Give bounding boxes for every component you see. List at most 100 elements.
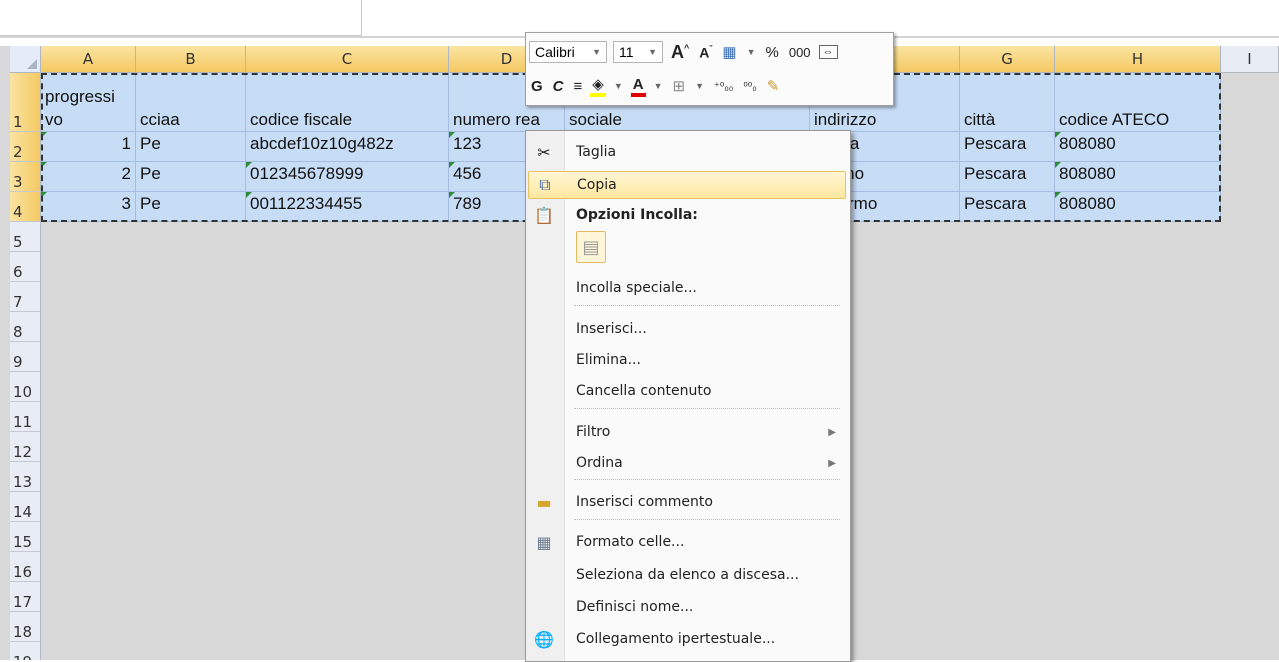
row-header-13[interactable]: 13 [10, 462, 41, 492]
menu-item-cancella-contenuto[interactable]: Cancella contenuto [528, 377, 846, 405]
comment-icon: ▬ [536, 492, 552, 512]
cell-c1[interactable]: codice fiscale [246, 73, 449, 132]
menu-label-inserisci: Inserisci... [576, 321, 647, 337]
row-header-8[interactable]: 8 [10, 312, 41, 342]
cell-a4[interactable]: 3 [41, 192, 136, 222]
menu-item-definisci-nome[interactable]: Definisci nome... [528, 593, 846, 621]
row-header-6[interactable]: 6 [10, 252, 41, 282]
row-header-3[interactable]: 3 [10, 162, 41, 192]
currency-format-icon[interactable]: ▦ [720, 43, 738, 61]
increase-decimal-icon[interactable]: ⁺⁰₀₀ [712, 80, 735, 93]
cell-g4[interactable]: Pescara [960, 192, 1055, 222]
cell-h1[interactable]: codice ATECO [1055, 73, 1221, 132]
chevron-down-icon: ▼ [648, 47, 657, 57]
cell-a3[interactable]: 2 [41, 162, 136, 192]
grow-font-button[interactable]: A^ [669, 42, 691, 63]
font-color-icon[interactable]: A [630, 76, 646, 97]
cell-b2[interactable]: Pe [136, 132, 246, 162]
menu-item-formato-celle[interactable]: ▦ Formato celle... [528, 528, 846, 556]
paste-button[interactable]: ▤ [576, 231, 606, 263]
col-header-h[interactable]: H [1055, 46, 1221, 73]
cell-c4[interactable]: 001122334455 [246, 192, 449, 222]
col-header-a[interactable]: A [41, 46, 136, 73]
merge-center-icon[interactable]: ⇔ [818, 45, 838, 59]
cell-c2[interactable]: abcdef10z10g482z [246, 132, 449, 162]
cell-h4[interactable]: 808080 [1055, 192, 1221, 222]
row-header-10[interactable]: 10 [10, 372, 41, 402]
row-header-15[interactable]: 15 [10, 522, 41, 552]
menu-item-copia[interactable]: ⧉ Copia [528, 171, 846, 199]
menu-item-taglia[interactable]: ✂ Taglia [528, 138, 846, 166]
bold-button[interactable]: G [529, 78, 545, 95]
cell-b4[interactable]: Pe [136, 192, 246, 222]
font-size-box[interactable]: 11 ▼ [613, 41, 663, 63]
caret-up-icon: ^ [684, 42, 690, 53]
name-box[interactable] [0, 0, 362, 36]
menu-item-elimina[interactable]: Elimina... [528, 346, 846, 374]
format-painter-icon[interactable]: ✎ [765, 77, 782, 95]
menu-item-inserisci-commento[interactable]: ▬ Inserisci commento [528, 488, 846, 516]
menu-item-ordina[interactable]: Ordina ▶ [528, 449, 846, 477]
menu-label-incolla-speciale: Incolla speciale... [576, 280, 697, 296]
borders-icon[interactable]: ⊞ [671, 77, 688, 95]
col-header-g[interactable]: G [960, 46, 1055, 73]
decrease-decimal-icon[interactable]: ⁰⁰₀ [741, 80, 758, 93]
mini-toolbar: Calibri ▼ 11 ▼ A^ Aˇ ▦ ▼ % 000 ⇔ G C ≡ ◈ ▼… [525, 32, 894, 106]
menu-label-taglia: Taglia [576, 144, 617, 160]
submenu-arrow-icon: ▶ [828, 426, 836, 438]
italic-button[interactable]: C [551, 78, 566, 95]
cell-b3[interactable]: Pe [136, 162, 246, 192]
paste-page-icon: ▤ [582, 236, 600, 258]
select-all-button[interactable] [10, 46, 41, 73]
cell-a2[interactable]: 1 [41, 132, 136, 162]
row-header-7[interactable]: 7 [10, 282, 41, 312]
row-header-9[interactable]: 9 [10, 342, 41, 372]
cell-g3[interactable]: Pescara [960, 162, 1055, 192]
chevron-down-icon[interactable]: ▼ [652, 81, 665, 91]
font-size-value: 11 [619, 44, 634, 60]
cell-b1[interactable]: cciaa [136, 73, 246, 132]
menu-separator [574, 479, 840, 480]
row-header-19[interactable]: 19 [10, 642, 41, 660]
cell-a1[interactable]: progressi vo [41, 73, 136, 132]
cell-c3[interactable]: 012345678999 [246, 162, 449, 192]
row-header-14[interactable]: 14 [10, 492, 41, 522]
fill-color-icon[interactable]: ◈ [590, 75, 606, 97]
cell-h2[interactable]: 808080 [1055, 132, 1221, 162]
col-header-c[interactable]: C [246, 46, 449, 73]
shrink-font-button[interactable]: Aˇ [697, 44, 714, 61]
chevron-down-icon[interactable]: ▼ [612, 81, 625, 91]
chevron-down-icon[interactable]: ▼ [693, 81, 706, 91]
font-name-box[interactable]: Calibri ▼ [529, 41, 607, 63]
menu-label-ordina: Ordina [576, 455, 623, 471]
row-header-2[interactable]: 2 [10, 132, 41, 162]
row-header-1[interactable]: 1 [10, 73, 41, 132]
row-header-11[interactable]: 11 [10, 402, 41, 432]
col-header-i[interactable]: I [1221, 46, 1279, 73]
format-cells-icon: ▦ [536, 532, 552, 552]
col-header-b[interactable]: B [136, 46, 246, 73]
menu-item-incolla-speciale[interactable]: Incolla speciale... [528, 274, 846, 302]
font-name-value: Calibri [535, 44, 575, 60]
row-header-18[interactable]: 18 [10, 612, 41, 642]
thousands-button[interactable]: 000 [787, 45, 813, 60]
row-header-12[interactable]: 12 [10, 432, 41, 462]
menu-item-seleziona-elenco[interactable]: Seleziona da elenco a discesa... [528, 561, 846, 589]
row-header-4[interactable]: 4 [10, 192, 41, 222]
row-header-17[interactable]: 17 [10, 582, 41, 612]
menu-item-filtro[interactable]: Filtro ▶ [528, 418, 846, 446]
row-header-5[interactable]: 5 [10, 222, 41, 252]
menu-separator [574, 305, 840, 306]
percent-button[interactable]: % [764, 44, 781, 61]
menu-item-inserisci[interactable]: Inserisci... [528, 315, 846, 343]
menu-item-collegamento[interactable]: 🌐 Collegamento ipertestuale... [528, 625, 846, 653]
menu-separator [574, 519, 840, 520]
cell-h3[interactable]: 808080 [1055, 162, 1221, 192]
chevron-down-icon[interactable]: ▼ [745, 47, 758, 57]
row-header-16[interactable]: 16 [10, 552, 41, 582]
menu-label-inserisci-commento: Inserisci commento [576, 494, 713, 510]
menu-separator [574, 408, 840, 409]
align-center-icon[interactable]: ≡ [572, 78, 585, 95]
cell-g2[interactable]: Pescara [960, 132, 1055, 162]
cell-g1[interactable]: città [960, 73, 1055, 132]
